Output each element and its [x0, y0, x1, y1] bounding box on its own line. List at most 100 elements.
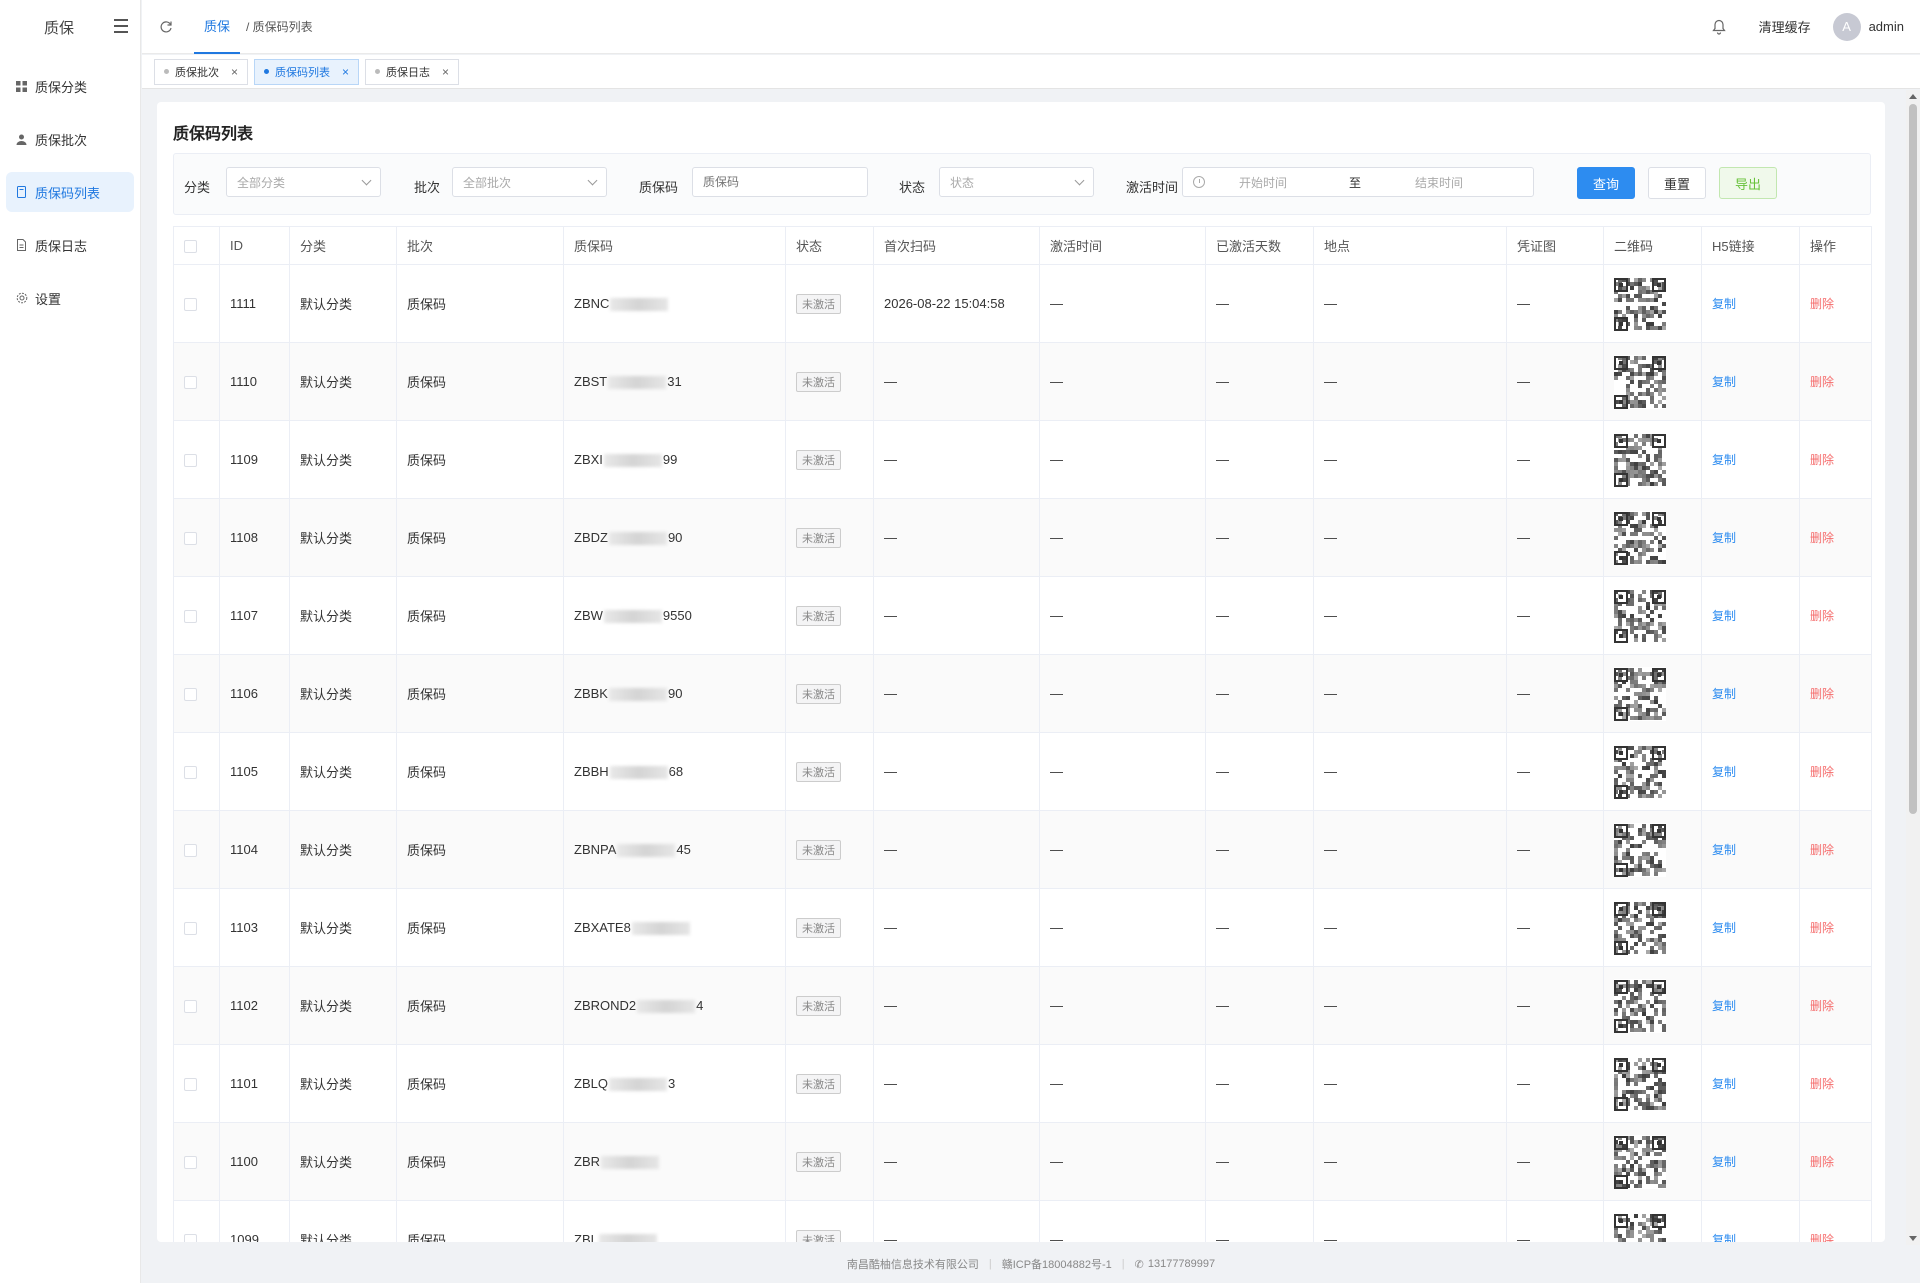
copy-link-button[interactable]: 复制: [1712, 687, 1736, 701]
sidebar-item-3[interactable]: 质保日志: [6, 225, 134, 265]
delete-button[interactable]: 删除: [1810, 1233, 1834, 1242]
select-all-checkbox[interactable]: [184, 240, 197, 254]
copy-link-button[interactable]: 复制: [1712, 297, 1736, 311]
close-icon[interactable]: ×: [231, 65, 238, 79]
activation-time-range[interactable]: 开始时间 至 结束时间: [1182, 167, 1534, 197]
delete-button[interactable]: 删除: [1810, 297, 1834, 311]
row-checkbox[interactable]: [184, 1156, 197, 1170]
delete-button[interactable]: 删除: [1810, 375, 1834, 389]
category-select[interactable]: 全部分类: [226, 167, 381, 197]
delete-button[interactable]: 删除: [1810, 1155, 1834, 1169]
refresh-icon[interactable]: [158, 19, 174, 35]
row-checkbox[interactable]: [184, 1078, 197, 1092]
qr-code-image[interactable]: [1614, 1056, 1666, 1111]
copy-link-button[interactable]: 复制: [1712, 765, 1736, 779]
sidebar-item-1[interactable]: 质保批次: [6, 119, 134, 159]
copy-link-button[interactable]: 复制: [1712, 1155, 1736, 1169]
location-cell: —: [1313, 342, 1507, 421]
main-card: 质保码列表 分类 全部分类 批次 全部批次 质保码 状态 状态 激活时间 开始时…: [157, 102, 1885, 1242]
code-input[interactable]: [692, 167, 868, 197]
sidebar-item-0[interactable]: 质保分类: [6, 66, 134, 106]
bell-icon[interactable]: [1711, 19, 1727, 35]
export-button[interactable]: 导出: [1719, 167, 1777, 199]
username[interactable]: admin: [1869, 19, 1904, 34]
copy-link-button[interactable]: 复制: [1712, 531, 1736, 545]
delete-button[interactable]: 删除: [1810, 921, 1834, 935]
avatar[interactable]: A: [1832, 12, 1861, 41]
sidebar-item-4[interactable]: 设置: [6, 278, 134, 318]
status-cell: 未激活: [785, 1044, 874, 1123]
delete-button[interactable]: 删除: [1810, 843, 1834, 857]
copy-link-button[interactable]: 复制: [1712, 609, 1736, 623]
scroll-up-icon[interactable]: [1909, 94, 1917, 99]
search-button[interactable]: 查询: [1577, 167, 1635, 199]
qr-code-image[interactable]: [1614, 1134, 1666, 1189]
clear-cache-button[interactable]: 清理缓存: [1759, 17, 1811, 36]
footer-icp[interactable]: 赣ICP备18004882号-1: [1002, 1256, 1112, 1272]
row-checkbox[interactable]: [184, 688, 197, 702]
batch-cell: 质保码: [396, 888, 564, 967]
redacted-code: [598, 1234, 657, 1242]
sidebar-item-2[interactable]: 质保码列表: [6, 172, 134, 212]
row-checkbox[interactable]: [184, 298, 197, 312]
delete-button[interactable]: 删除: [1810, 999, 1834, 1013]
row-checkbox[interactable]: [184, 922, 197, 936]
qr-code-image[interactable]: [1614, 588, 1666, 643]
footer-separator: |: [1121, 1258, 1125, 1270]
qr-code-image[interactable]: [1614, 1212, 1666, 1243]
row-checkbox[interactable]: [184, 454, 197, 468]
reset-button[interactable]: 重置: [1648, 167, 1706, 199]
row-checkbox[interactable]: [184, 532, 197, 546]
h5-link-cell: 复制: [1701, 420, 1800, 499]
row-checkbox[interactable]: [184, 1234, 197, 1242]
copy-link-button[interactable]: 复制: [1712, 999, 1736, 1013]
code-cell: ZBW 9550: [563, 576, 786, 655]
row-checkbox[interactable]: [184, 844, 197, 858]
close-icon[interactable]: ×: [442, 65, 449, 79]
batch-select[interactable]: 全部批次: [452, 167, 607, 197]
qr-code-image[interactable]: [1614, 744, 1666, 799]
delete-button[interactable]: 删除: [1810, 765, 1834, 779]
qr-code-image[interactable]: [1614, 978, 1666, 1033]
close-icon[interactable]: ×: [342, 65, 349, 79]
qr-code-image[interactable]: [1614, 822, 1666, 877]
delete-button[interactable]: 删除: [1810, 687, 1834, 701]
scrollbar-thumb[interactable]: [1909, 104, 1917, 814]
menu-toggle-icon[interactable]: [114, 19, 128, 33]
location-cell: —: [1313, 810, 1507, 889]
copy-link-button[interactable]: 复制: [1712, 1077, 1736, 1091]
delete-button[interactable]: 删除: [1810, 609, 1834, 623]
row-checkbox[interactable]: [184, 1000, 197, 1014]
delete-button[interactable]: 删除: [1810, 453, 1834, 467]
tab-0[interactable]: 质保批次 ×: [154, 58, 249, 85]
copy-link-button[interactable]: 复制: [1712, 453, 1736, 467]
qr-code-image[interactable]: [1614, 432, 1666, 487]
row-checkbox[interactable]: [184, 376, 197, 390]
first-scan-cell: —: [873, 810, 1040, 889]
proof-image-cell: —: [1506, 1122, 1604, 1201]
scroll-down-icon[interactable]: [1909, 1236, 1917, 1241]
copy-link-button[interactable]: 复制: [1712, 921, 1736, 935]
tab-1[interactable]: 质保码列表 ×: [254, 58, 360, 85]
qr-code-image[interactable]: [1614, 666, 1666, 721]
row-checkbox[interactable]: [184, 766, 197, 780]
breadcrumb-root[interactable]: 质保: [194, 0, 241, 54]
qr-code-image[interactable]: [1614, 510, 1666, 565]
qr-code-image[interactable]: [1614, 354, 1666, 409]
page-scrollbar[interactable]: [1906, 90, 1920, 1245]
qr-code-image[interactable]: [1614, 900, 1666, 955]
copy-link-button[interactable]: 复制: [1712, 375, 1736, 389]
delete-button[interactable]: 删除: [1810, 1077, 1834, 1091]
status-select[interactable]: 状态: [939, 167, 1094, 197]
qr-code-image[interactable]: [1614, 276, 1666, 331]
copy-link-button[interactable]: 复制: [1712, 1233, 1736, 1242]
copy-link-button[interactable]: 复制: [1712, 843, 1736, 857]
tab-2[interactable]: 质保日志 ×: [365, 58, 460, 85]
delete-button[interactable]: 删除: [1810, 531, 1834, 545]
column-header: 批次: [396, 226, 564, 265]
code-prefix: ZBLQ: [574, 1075, 608, 1091]
activated-days-cell: —: [1205, 810, 1314, 889]
chevron-down-icon: [1074, 175, 1085, 186]
breadcrumb-current: / 质保码列表: [246, 20, 313, 34]
row-checkbox[interactable]: [184, 610, 197, 624]
